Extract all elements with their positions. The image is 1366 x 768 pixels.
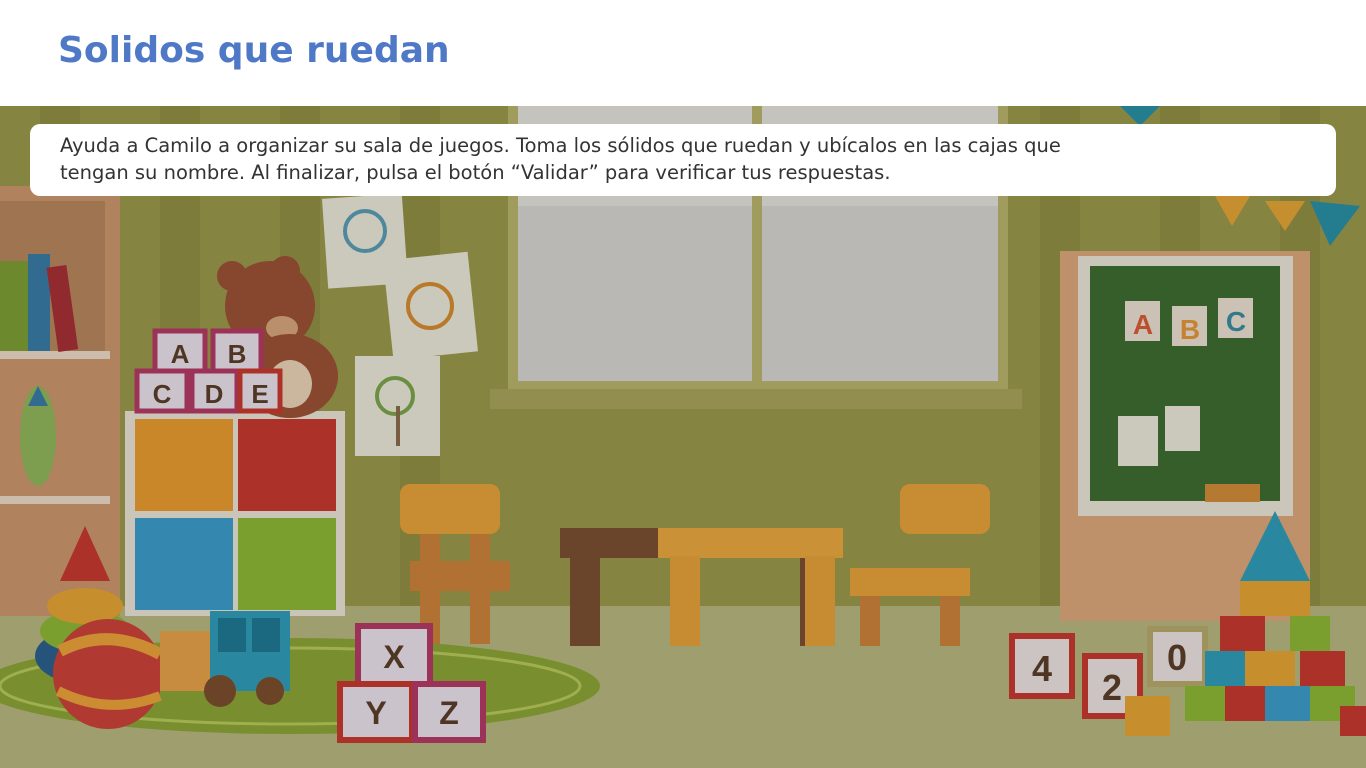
instruction-line-2: tengan su nombre. Al finalizar, pulsa el…	[60, 161, 891, 184]
page-title: Solidos que ruedan	[58, 30, 450, 71]
playroom-scene: A B C D E A B C X Y Z 4 2 0	[0, 106, 1366, 768]
instruction-box: Ayuda a Camilo a organizar su sala de ju…	[30, 124, 1336, 196]
header-bar: Solidos que ruedan	[0, 0, 1366, 106]
instruction-line-1: Ayuda a Camilo a organizar su sala de ju…	[60, 134, 1061, 157]
